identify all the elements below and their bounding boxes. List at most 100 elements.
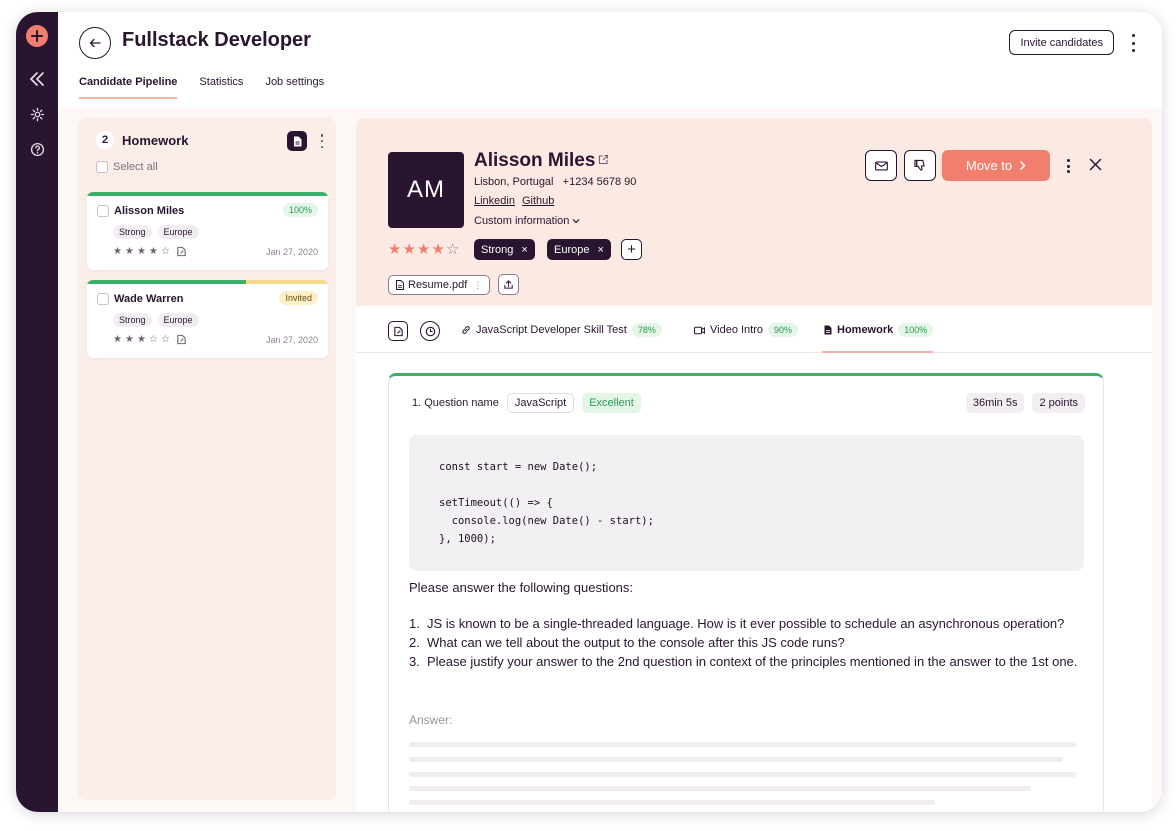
tab-job-settings[interactable]: Job settings	[265, 76, 324, 99]
close-icon[interactable]: ×	[521, 244, 527, 256]
more-options-icon[interactable]	[1126, 34, 1140, 52]
tag: Europe	[157, 313, 199, 327]
star-empty-icon: ☆	[148, 334, 159, 345]
card-rating: ★ ★ ★ ☆ ☆	[113, 334, 187, 345]
chevron-down-icon	[572, 219, 580, 224]
card-checkbox[interactable]	[97, 293, 109, 305]
tab-homework[interactable]: Homework 100%	[824, 323, 934, 337]
star-empty-icon: ☆	[445, 241, 460, 258]
tag-label: Europe	[554, 243, 590, 256]
candidate-card[interactable]: Wade Warren Invited Strong Europe ★ ★ ★ ☆ ☆ …	[87, 280, 328, 358]
star-icon: ★	[136, 334, 147, 345]
tag: Strong	[113, 313, 152, 327]
external-link-icon[interactable]	[597, 154, 609, 166]
card-name: Wade Warren	[114, 293, 184, 305]
file-icon	[396, 280, 404, 290]
custom-information-toggle[interactable]: Custom information	[474, 215, 580, 227]
answer-placeholder-line	[409, 757, 1063, 762]
tag: Europe	[157, 225, 199, 239]
column-more-icon[interactable]	[319, 134, 325, 148]
tab-statistics[interactable]: Statistics	[199, 76, 243, 99]
candidate-tag[interactable]: Europe ×	[547, 239, 611, 260]
document-icon	[824, 325, 832, 335]
progress-bar	[87, 280, 328, 284]
star-empty-icon: ☆	[160, 246, 171, 257]
email-button[interactable]	[865, 150, 897, 181]
invite-candidates-button[interactable]: Invite candidates	[1009, 30, 1114, 55]
candidate-location: Lisbon, Portugal	[474, 176, 554, 188]
github-link[interactable]: Github	[522, 195, 554, 207]
answer-placeholder-line	[409, 742, 1076, 747]
select-all-checkbox[interactable]	[96, 161, 108, 173]
page-title: Fullstack Developer	[122, 29, 311, 51]
star-icon: ★	[402, 241, 416, 258]
candidate-rating[interactable]: ★ ★ ★ ★ ☆	[388, 240, 459, 258]
score-badge: 100%	[898, 323, 934, 337]
tag: Strong	[113, 225, 152, 239]
candidate-contact: Lisbon, Portugal +1234 5678 90	[474, 176, 636, 188]
tab-skill-test[interactable]: JavaScript Developer Skill Test 78%	[461, 323, 662, 337]
resume-file[interactable]: Resume.pdf ⋮	[388, 275, 491, 295]
link-icon	[462, 326, 470, 334]
tab-candidate-pipeline[interactable]: Candidate Pipeline	[79, 76, 178, 99]
list-item: 1. JS is known to be a single-threaded la…	[409, 616, 1065, 631]
resume-filename: Resume.pdf	[408, 279, 468, 291]
candidate-card[interactable]: Alisson Miles 100% Strong Europe ★ ★ ★ ★ ☆ J…	[87, 192, 328, 270]
score-badge: 78%	[631, 323, 662, 337]
chevron-right-icon	[1020, 160, 1026, 171]
close-icon[interactable]	[1089, 158, 1102, 171]
question-intro: Please answer the following questions:	[409, 580, 634, 595]
card-checkbox[interactable]	[97, 205, 109, 217]
grade-badge: Excellent	[582, 393, 641, 413]
candidate-detail-panel: AM Alisson Miles Lisbon, Portugal +1234 …	[356, 118, 1152, 812]
question-list: 1. JS is known to be a single-threaded la…	[409, 614, 1089, 671]
gear-icon[interactable]	[26, 103, 48, 125]
star-icon: ★	[113, 246, 123, 257]
custom-information-label: Custom information	[474, 215, 570, 227]
history-tab-icon[interactable]	[420, 321, 440, 341]
star-icon: ★	[388, 241, 402, 258]
help-icon[interactable]	[26, 138, 48, 160]
upload-icon[interactable]	[498, 274, 519, 295]
score-badge: 90%	[768, 323, 799, 337]
candidate-tag[interactable]: Strong ×	[474, 239, 535, 260]
page-header: Fullstack Developer Invite candidates Ca…	[58, 12, 1162, 108]
close-icon[interactable]: ×	[597, 244, 603, 256]
question-card: 1. Question name JavaScript Excellent 36…	[388, 373, 1104, 812]
back-button[interactable]	[79, 27, 111, 59]
note-icon	[177, 334, 186, 345]
main-area: 2 Homework Select all Alisson Miles 100%…	[58, 108, 1162, 812]
star-icon: ★	[124, 246, 135, 257]
add-tag-button[interactable]: +	[621, 239, 642, 260]
tab-label: JavaScript Developer Skill Test	[476, 324, 627, 336]
select-all[interactable]: Select all	[96, 161, 158, 173]
move-to-button[interactable]: Move to	[942, 150, 1050, 181]
profile-more-icon[interactable]	[1066, 159, 1070, 173]
question-tag: JavaScript	[506, 393, 575, 413]
column-title: Homework	[122, 132, 189, 148]
column-count: 2	[96, 131, 114, 149]
thumbs-down-icon	[913, 159, 925, 171]
page-tabs: Candidate Pipeline Statistics Job settin…	[79, 76, 324, 99]
card-rating: ★ ★ ★ ★ ☆	[113, 246, 187, 257]
tab-label: Homework	[837, 324, 894, 336]
left-rail	[16, 12, 58, 812]
linkedin-link[interactable]: Linkedin	[474, 195, 515, 207]
question-header: 1. Question name JavaScript Excellent	[412, 393, 641, 413]
answer-placeholder-line	[409, 800, 935, 805]
tab-video-intro[interactable]: Video Intro 90%	[694, 323, 799, 337]
question-name: 1. Question name	[412, 397, 499, 409]
tab-label: Video Intro	[710, 324, 764, 336]
pipeline-column: 2 Homework Select all Alisson Miles 100%…	[78, 118, 336, 800]
star-icon: ★	[136, 246, 147, 257]
more-icon[interactable]: ⋮	[473, 280, 482, 291]
answer-placeholder-line	[409, 786, 1031, 791]
avatar: AM	[388, 152, 464, 228]
document-icon[interactable]	[287, 131, 307, 151]
points-badge: 2 points	[1032, 393, 1085, 413]
reject-button[interactable]	[904, 150, 936, 181]
add-icon[interactable]	[26, 25, 48, 47]
video-icon	[694, 326, 705, 334]
notes-tab-icon[interactable]	[388, 321, 408, 341]
collapse-icon[interactable]	[26, 68, 48, 90]
